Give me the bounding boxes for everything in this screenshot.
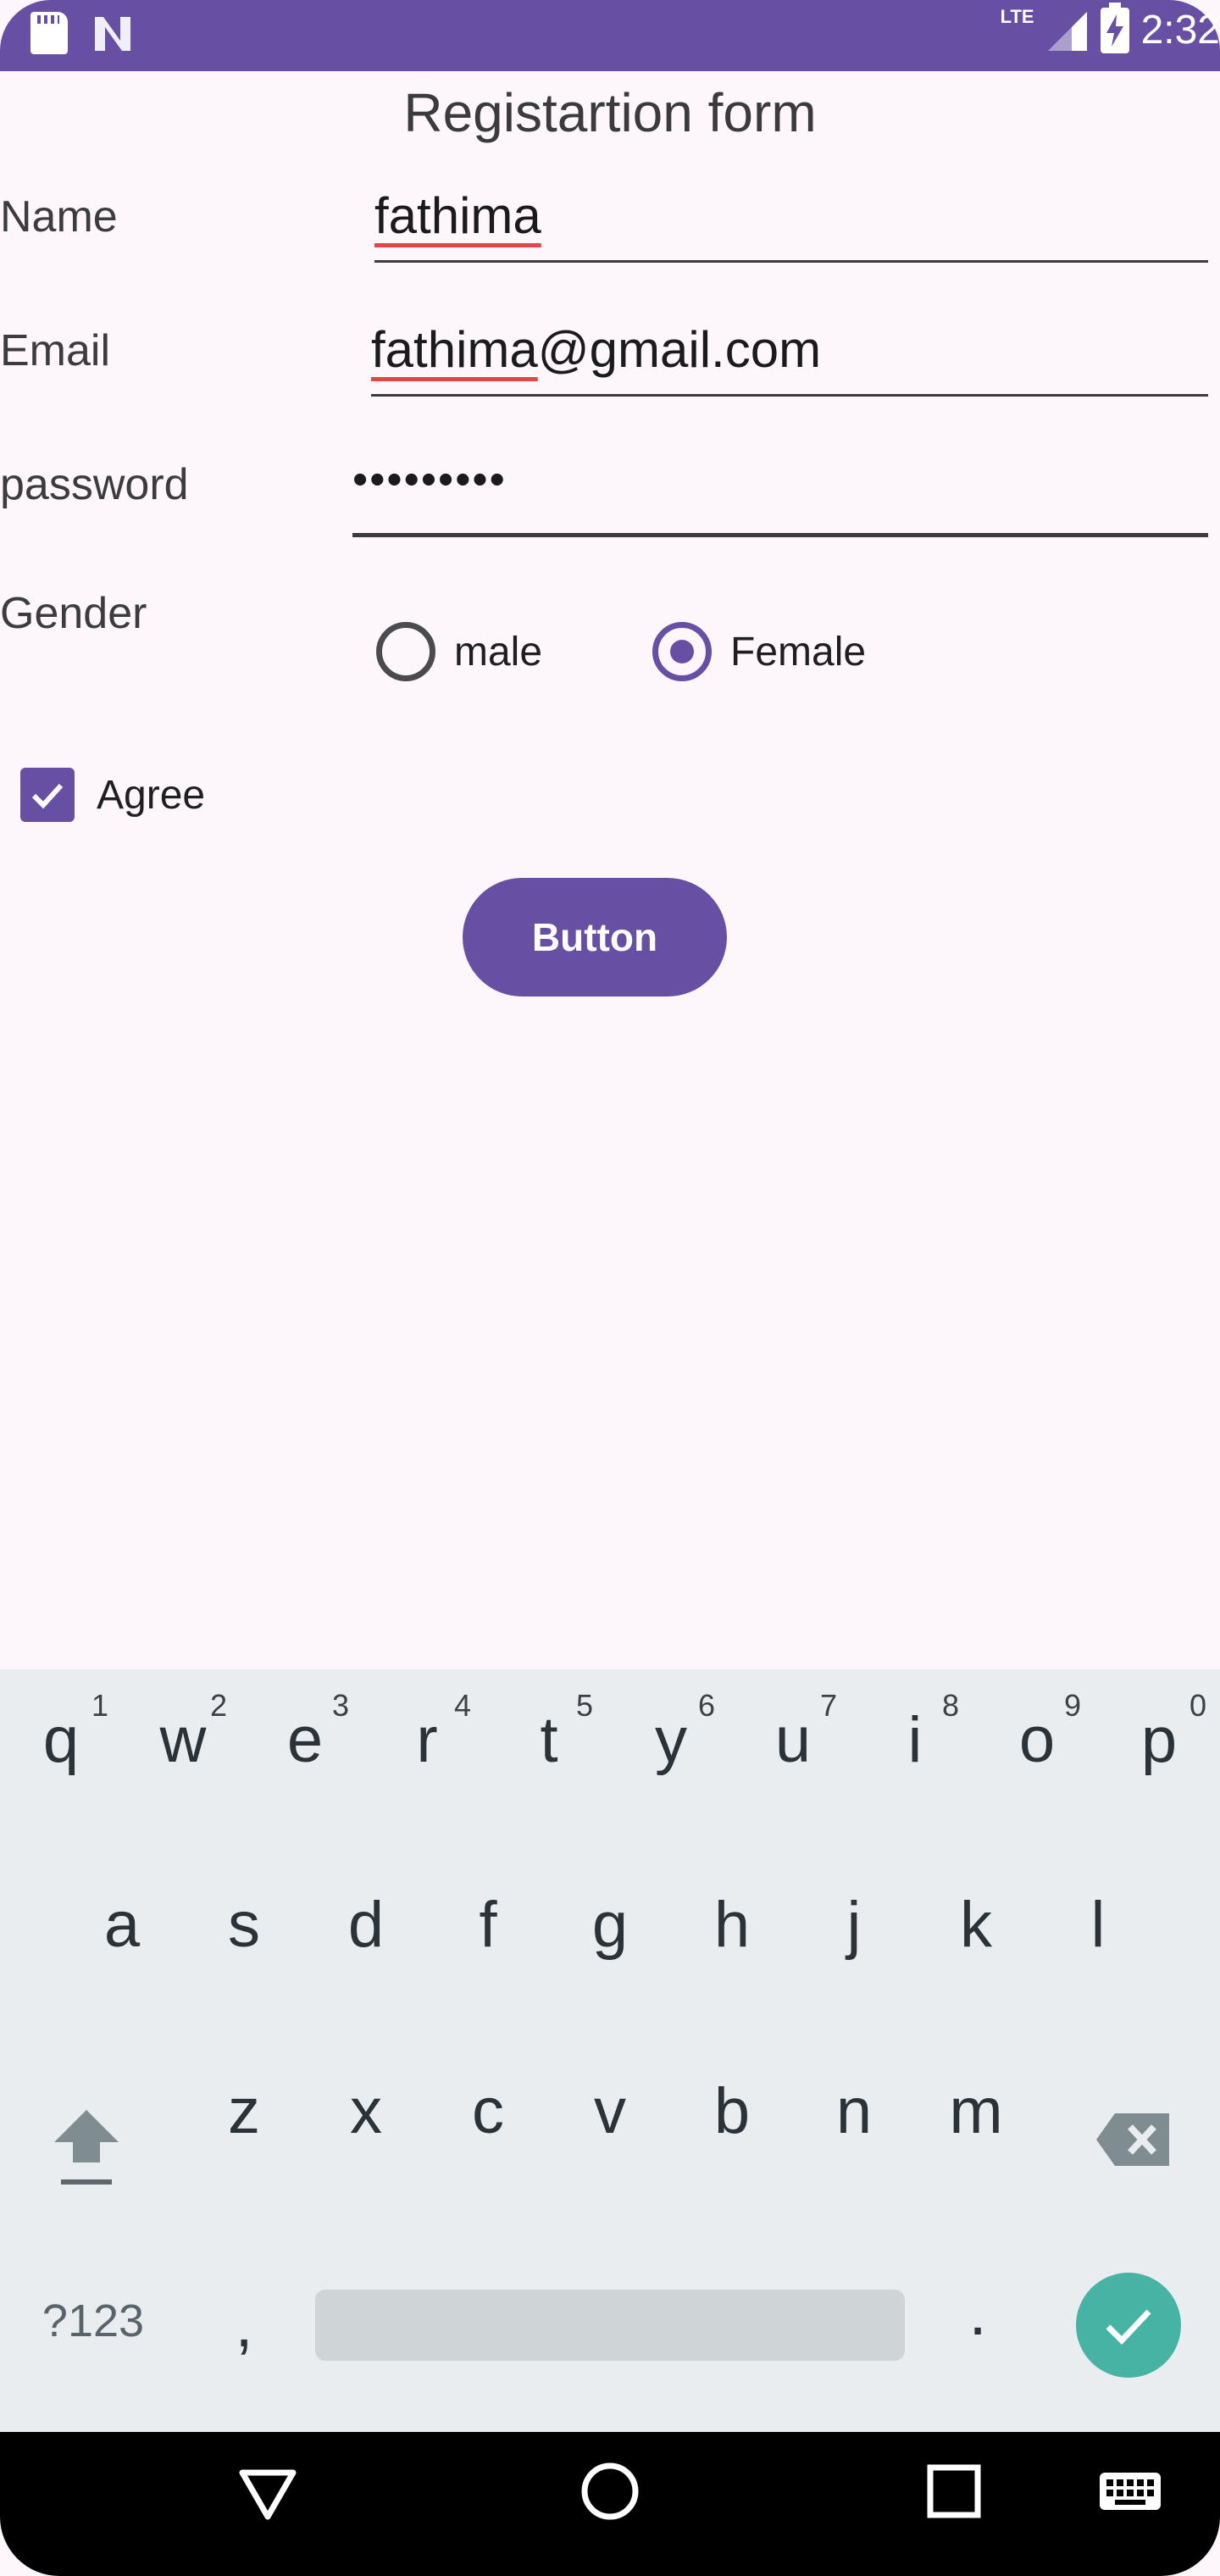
navigation-bar xyxy=(0,2432,1220,2576)
key-j[interactable]: j xyxy=(818,1888,890,1962)
password-label: password xyxy=(0,460,189,509)
shift-icon xyxy=(54,2110,119,2185)
checkmark-icon xyxy=(31,783,64,809)
submit-button[interactable]: Button xyxy=(463,878,727,997)
check-icon xyxy=(1106,2309,1151,2346)
radio-female-label: Female xyxy=(730,629,867,675)
email-underline xyxy=(371,394,1208,397)
key-w[interactable]: w2 xyxy=(147,1688,227,1777)
key-y[interactable]: y6 xyxy=(635,1688,715,1777)
key-c[interactable]: c xyxy=(452,2074,524,2148)
radio-female[interactable]: Female xyxy=(652,622,866,681)
shift-key[interactable] xyxy=(47,2103,125,2188)
key-t[interactable]: t5 xyxy=(513,1688,593,1777)
radio-button-unchecked[interactable] xyxy=(376,622,435,681)
key-x[interactable]: x xyxy=(330,2074,402,2148)
key-q[interactable]: q1 xyxy=(25,1688,108,1777)
key-f[interactable]: f xyxy=(452,1888,524,1962)
key-g[interactable]: g xyxy=(574,1888,646,1962)
password-value: ••••••••• xyxy=(352,455,507,504)
symbols-key[interactable]: ?123 xyxy=(34,2295,152,2347)
password-underline xyxy=(352,533,1208,537)
page-title: Registartion form xyxy=(403,82,817,143)
back-icon[interactable] xyxy=(234,2457,302,2525)
clock: 2:32 xyxy=(1140,8,1220,53)
name-field[interactable]: fathima xyxy=(374,186,1208,263)
email-value-name: fathima xyxy=(371,321,538,378)
radio-male[interactable]: male xyxy=(376,622,542,681)
backspace-icon xyxy=(1096,2113,1169,2166)
key-o[interactable]: o9 xyxy=(1001,1688,1081,1777)
radio-button-checked[interactable] xyxy=(652,622,712,681)
key-b[interactable]: b xyxy=(696,2074,768,2148)
key-p[interactable]: p0 xyxy=(1123,1688,1206,1777)
key-r[interactable]: r4 xyxy=(391,1688,471,1777)
comma-key[interactable]: , xyxy=(219,2288,269,2362)
battery-charging-icon xyxy=(1100,2,1129,53)
key-l[interactable]: l xyxy=(1062,1888,1134,1962)
email-field[interactable]: fathima@gmail.com xyxy=(371,320,1208,397)
keyboard-switch-icon[interactable] xyxy=(1098,2457,1162,2525)
key-k[interactable]: k xyxy=(940,1888,1012,1962)
sd-card-icon xyxy=(30,12,68,54)
backspace-key[interactable] xyxy=(1095,2112,1173,2168)
signal-icon xyxy=(1047,11,1087,51)
key-m[interactable]: m xyxy=(935,2074,1017,2148)
key-e[interactable]: e3 xyxy=(269,1688,349,1777)
network-type: LTE xyxy=(1000,5,1034,27)
key-u[interactable]: u7 xyxy=(757,1688,837,1777)
key-s[interactable]: s xyxy=(208,1888,280,1962)
key-n[interactable]: n xyxy=(818,2074,890,2148)
recents-icon[interactable] xyxy=(920,2457,988,2525)
app-screen: LTE 2:32 Registartion form Name fathima … xyxy=(0,0,1220,2576)
name-label: Name xyxy=(0,192,118,242)
notification-n-icon xyxy=(92,12,136,54)
status-bar: LTE 2:32 xyxy=(0,0,1220,71)
agree-label: Agree xyxy=(97,772,206,818)
soft-keyboard: q1 w2 e3 r4 t5 y6 u7 i8 o9 p0 a s d f g … xyxy=(0,1669,1220,2432)
key-a[interactable]: a xyxy=(86,1888,158,1962)
key-i[interactable]: i8 xyxy=(879,1688,959,1777)
radio-male-label: male xyxy=(454,629,543,675)
spacebar[interactable] xyxy=(315,2290,905,2361)
agree-checkbox-row[interactable]: Agree xyxy=(20,768,205,822)
enter-key[interactable] xyxy=(1076,2273,1181,2378)
email-label: Email xyxy=(0,326,111,375)
home-icon[interactable] xyxy=(576,2457,644,2525)
gender-label: Gender xyxy=(0,589,147,638)
key-z[interactable]: z xyxy=(208,2074,280,2148)
key-h[interactable]: h xyxy=(696,1888,768,1962)
period-key[interactable]: . xyxy=(952,2276,1003,2350)
email-value-domain: @gmail.com xyxy=(537,321,822,378)
name-value: fathima xyxy=(374,187,541,244)
key-v[interactable]: v xyxy=(574,2074,646,2148)
password-field[interactable]: ••••••••• xyxy=(352,454,1208,537)
agree-checkbox[interactable] xyxy=(20,768,75,822)
name-underline xyxy=(374,260,1208,263)
key-d[interactable]: d xyxy=(330,1888,402,1962)
